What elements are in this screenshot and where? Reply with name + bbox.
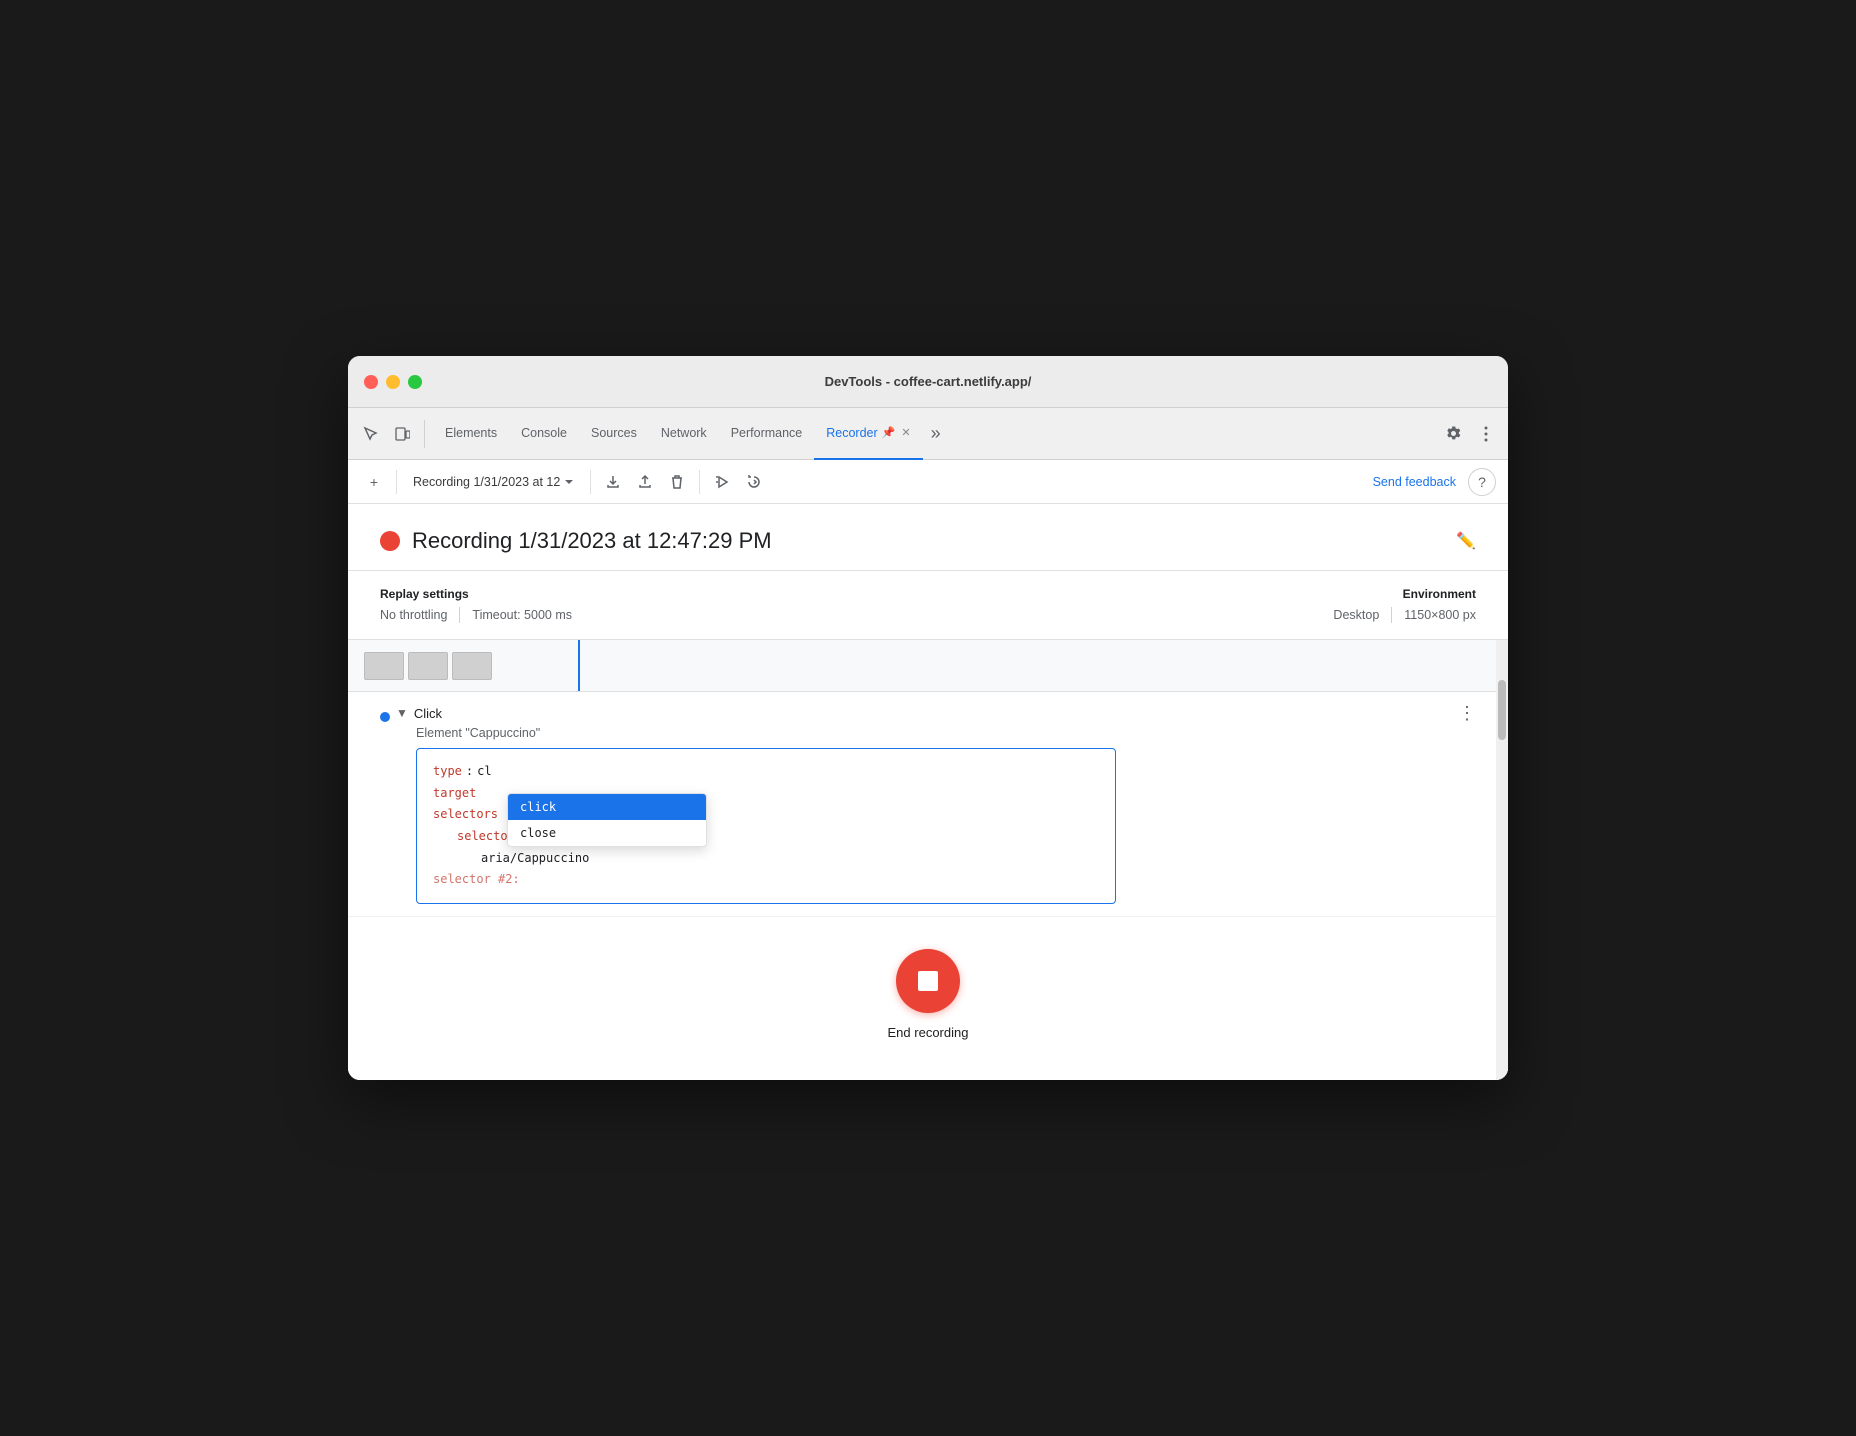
code-selectors-key: selectors <box>433 804 498 826</box>
toolbar-divider-1 <box>396 470 397 494</box>
settings-row: Replay settings No throttling Timeout: 5… <box>348 571 1508 640</box>
viewport-value: Desktop <box>1333 608 1379 622</box>
step-over-button[interactable] <box>740 468 768 496</box>
recorder-toolbar: + Recording 1/31/2023 at 12 <box>348 460 1508 504</box>
code-selector2-key: selector #2: <box>433 869 520 891</box>
delete-button[interactable] <box>663 468 691 496</box>
code-line-selector1-value: aria/Cappuccino <box>433 848 1099 870</box>
inspect-icon[interactable] <box>356 420 384 448</box>
main-content: Recording 1/31/2023 at 12:47:29 PM ✏️ Re… <box>348 504 1508 1080</box>
help-button[interactable]: ? <box>1468 468 1496 496</box>
code-type-value[interactable]: cl <box>477 761 491 783</box>
code-selector1-value: aria/Cappuccino <box>481 848 589 870</box>
environment-section: Environment Desktop 1150×800 px <box>1333 587 1476 623</box>
import-button[interactable] <box>631 468 659 496</box>
toolbar-divider-3 <box>699 470 700 494</box>
maximize-button[interactable] <box>408 375 422 389</box>
dimensions-value: 1150×800 px <box>1404 608 1476 622</box>
more-tabs-button[interactable]: » <box>923 408 949 460</box>
tab-settings-group <box>1440 420 1500 448</box>
code-target-key: target <box>433 783 476 805</box>
autocomplete-dropdown[interactable]: click close <box>507 793 707 847</box>
code-line-type: type : cl <box>433 761 1099 783</box>
device-toolbar-icon[interactable] <box>388 420 416 448</box>
preview-thumb-3 <box>452 652 492 680</box>
tab-console[interactable]: Console <box>509 408 579 460</box>
preview-bar <box>348 640 1508 692</box>
export-button[interactable] <box>599 468 627 496</box>
step-type-label: Click <box>414 706 442 721</box>
end-recording-button[interactable] <box>896 949 960 1013</box>
replay-settings-label: Replay settings <box>380 587 572 601</box>
step-element-label: Element "Cappuccino" <box>396 726 1476 740</box>
timeout-value: Timeout: 5000 ms <box>472 608 572 622</box>
settings-icon[interactable] <box>1440 420 1468 448</box>
preview-thumb-1 <box>364 652 404 680</box>
content-scroll[interactable]: ▼ Click ⋮ Element "Cappuccino" type : cl… <box>348 640 1508 1080</box>
recording-indicator <box>380 531 400 551</box>
step-indicator <box>380 712 390 722</box>
tab-icon-group <box>356 420 425 448</box>
edit-title-icon[interactable]: ✏️ <box>1456 531 1476 551</box>
title-bar: DevTools - coffee-cart.netlify.app/ <box>348 356 1508 408</box>
preview-thumbnails <box>364 652 492 680</box>
end-recording-label: End recording <box>888 1025 969 1040</box>
recorder-tab-close[interactable]: ✕ <box>901 426 910 439</box>
tab-recorder[interactable]: Recorder 📌 ✕ <box>814 408 922 460</box>
environment-values: Desktop 1150×800 px <box>1333 607 1476 623</box>
step-header: ▼ Click ⋮ <box>396 704 1476 722</box>
replay-settings-values: No throttling Timeout: 5000 ms <box>380 607 572 623</box>
step-more-options[interactable]: ⋮ <box>1458 704 1476 722</box>
recording-selector[interactable]: Recording 1/31/2023 at 12 <box>405 471 582 493</box>
throttling-value: No throttling <box>380 608 447 622</box>
step-connector-line <box>578 640 580 691</box>
recording-header: Recording 1/31/2023 at 12:47:29 PM ✏️ <box>348 504 1508 571</box>
devtools-window: DevTools - coffee-cart.netlify.app/ Elem… <box>348 356 1508 1080</box>
scrollbar-track[interactable] <box>1496 640 1508 1080</box>
close-button[interactable] <box>364 375 378 389</box>
minimize-button[interactable] <box>386 375 400 389</box>
autocomplete-item-click[interactable]: click <box>508 794 706 820</box>
scrollbar-thumb[interactable] <box>1498 680 1506 740</box>
tab-elements[interactable]: Elements <box>433 408 509 460</box>
add-recording-button[interactable]: + <box>360 468 388 496</box>
step-click: ▼ Click ⋮ Element "Cappuccino" type : cl… <box>348 692 1508 917</box>
autocomplete-item-close[interactable]: close <box>508 820 706 846</box>
end-recording-square-icon <box>918 971 938 991</box>
replay-settings-section: Replay settings No throttling Timeout: 5… <box>380 587 572 623</box>
tab-network[interactable]: Network <box>649 408 719 460</box>
recording-title: Recording 1/31/2023 at 12:47:29 PM <box>412 528 1444 554</box>
code-line-selector2: selector #2: <box>433 869 1099 891</box>
end-recording-area: End recording <box>348 917 1508 1080</box>
tab-sources[interactable]: Sources <box>579 408 649 460</box>
recorder-pin-icon: 📌 <box>882 426 896 439</box>
settings-divider-2 <box>1391 607 1392 623</box>
code-type-key: type <box>433 761 462 783</box>
window-title: DevTools - coffee-cart.netlify.app/ <box>825 374 1032 389</box>
devtools-tab-bar: Elements Console Sources Network Perform… <box>348 408 1508 460</box>
settings-divider <box>459 607 460 623</box>
code-editor[interactable]: type : cl target selectors selector #1: <box>416 748 1116 904</box>
tab-performance[interactable]: Performance <box>719 408 815 460</box>
replay-button[interactable] <box>708 468 736 496</box>
more-options-icon[interactable] <box>1472 420 1500 448</box>
send-feedback-button[interactable]: Send feedback <box>1365 471 1464 493</box>
preview-thumb-2 <box>408 652 448 680</box>
step-collapse-icon[interactable]: ▼ <box>396 706 408 720</box>
toolbar-divider-2 <box>590 470 591 494</box>
environment-label: Environment <box>1333 587 1476 601</box>
traffic-lights <box>364 375 422 389</box>
